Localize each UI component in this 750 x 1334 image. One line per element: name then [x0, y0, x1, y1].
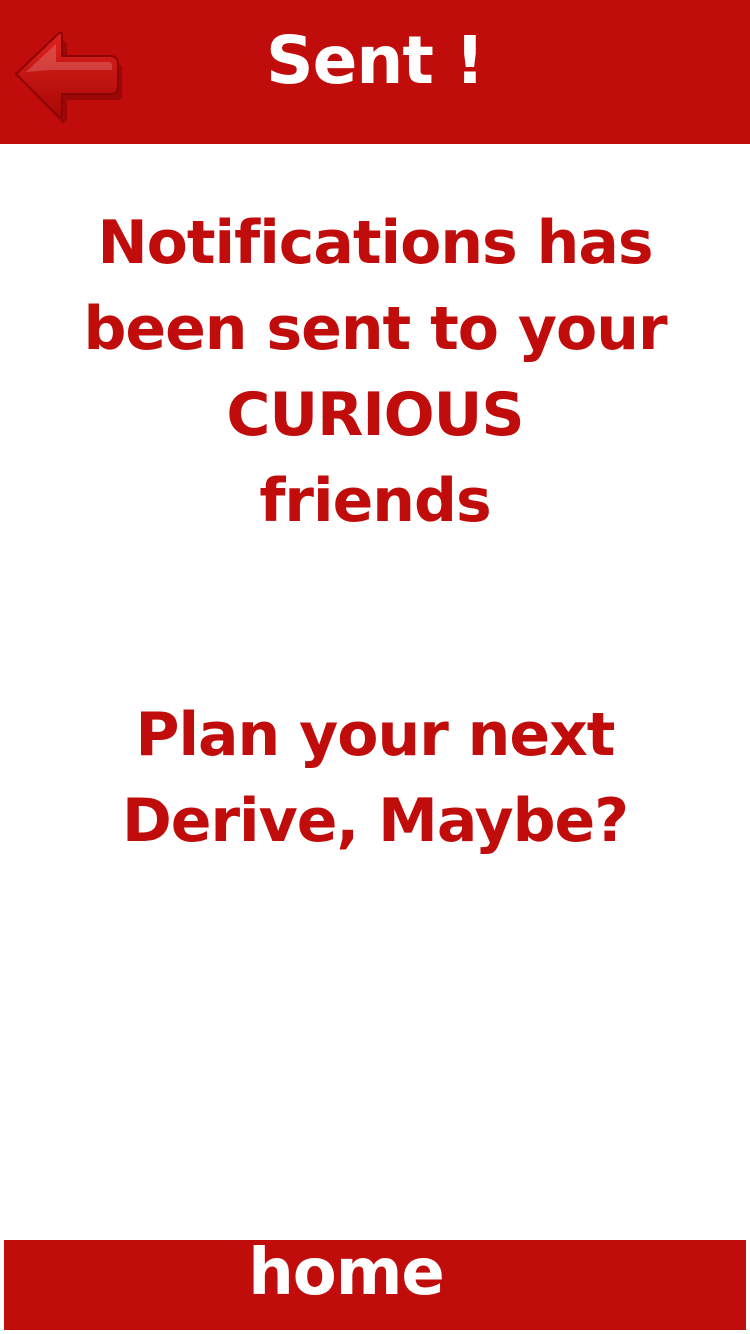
- message-line: friends: [259, 466, 491, 536]
- notification-message: Notifications has been sent to your CURI…: [40, 200, 710, 544]
- home-button[interactable]: home: [4, 1236, 746, 1330]
- page-title: Sent !: [266, 22, 485, 99]
- next-plan-prompt: Plan your next Derive, Maybe?: [40, 692, 710, 864]
- message-line: been sent to your: [83, 294, 667, 364]
- message-line: Notifications has: [97, 208, 653, 278]
- message-line: CURIOUS: [226, 380, 524, 450]
- home-button-label: home: [248, 1236, 445, 1310]
- prompt-line: Derive, Maybe?: [121, 786, 629, 856]
- header-bar: Sent !: [0, 0, 750, 144]
- prompt-line: Plan your next: [135, 700, 616, 770]
